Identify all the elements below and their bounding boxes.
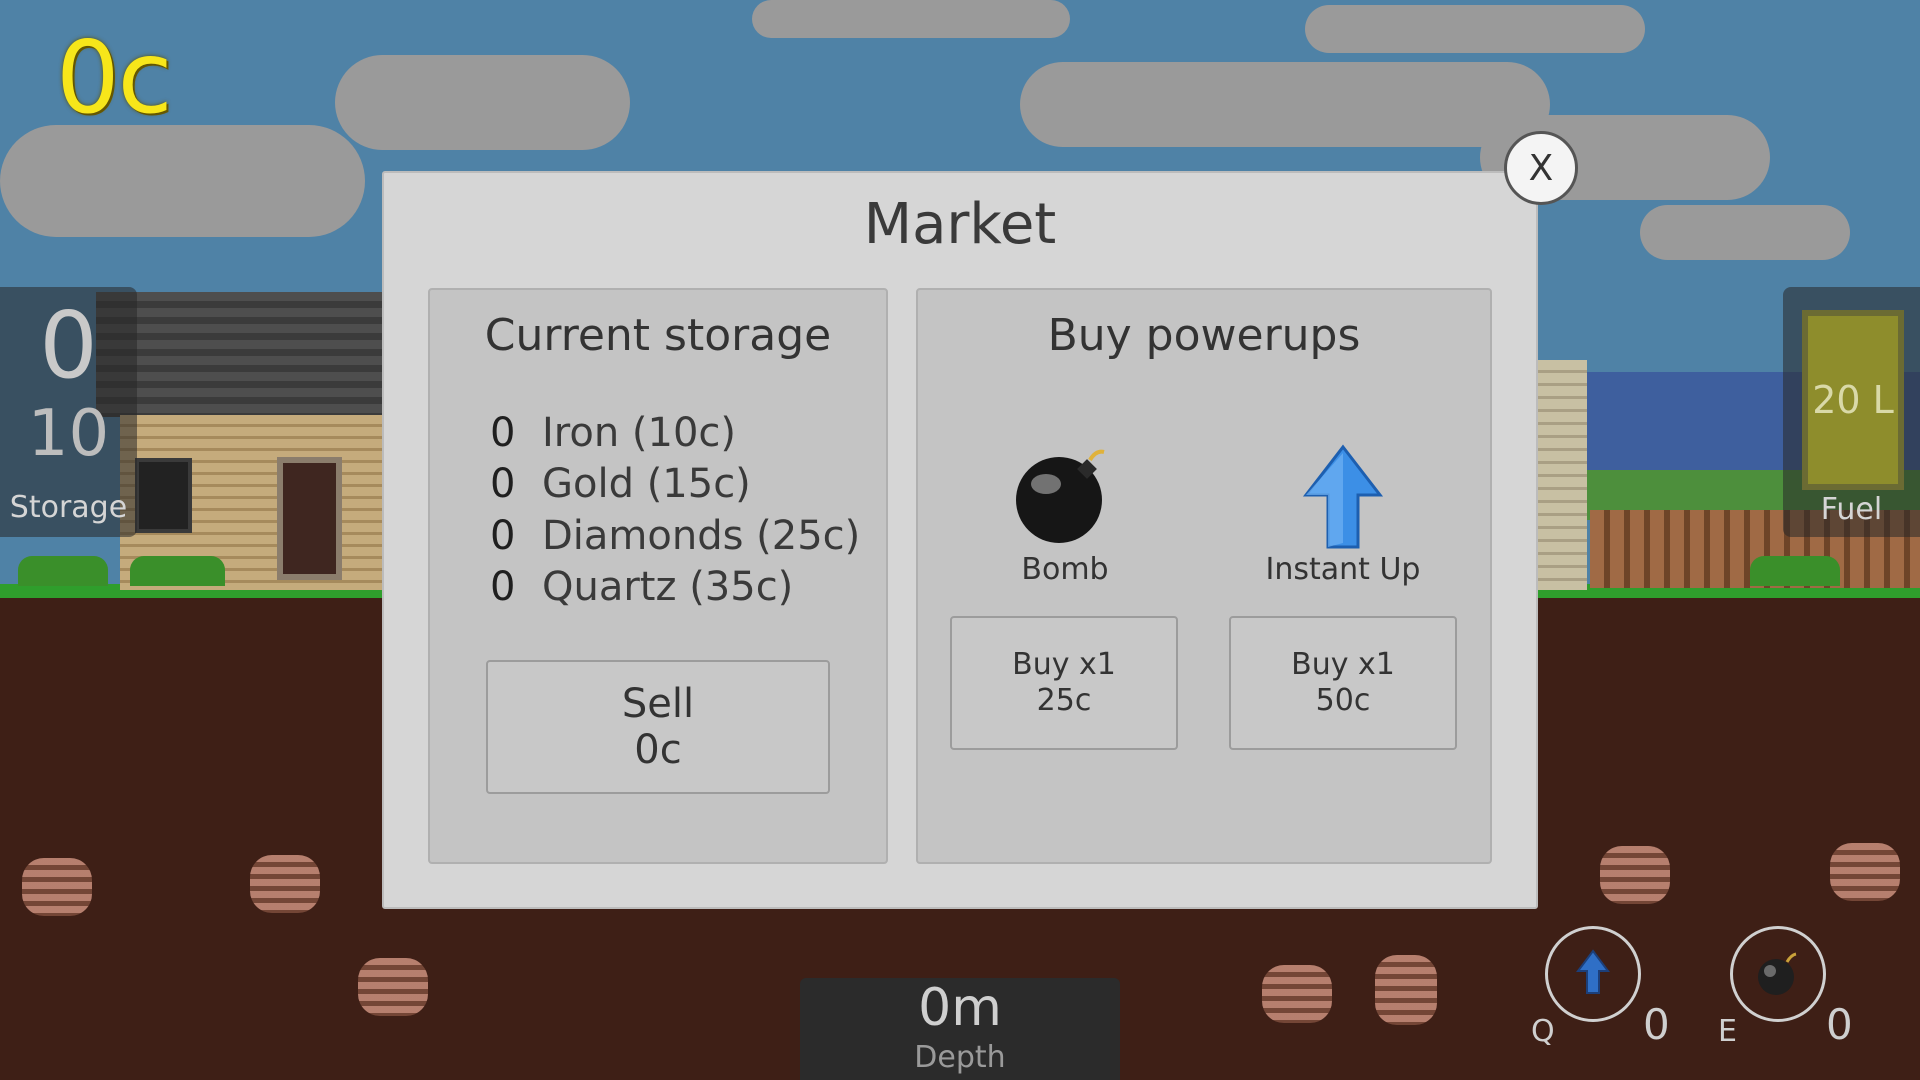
buy-instant-up-price: 50c bbox=[1315, 683, 1371, 718]
current-storage-title: Current storage bbox=[484, 310, 832, 361]
instant-up-icon bbox=[1576, 949, 1610, 994]
quickslot-count: 0 bbox=[1643, 1000, 1670, 1049]
sell-button[interactable]: Sell 0c bbox=[486, 660, 830, 794]
inventory-row: 0 Quartz (35c) bbox=[490, 564, 793, 610]
cloud bbox=[1305, 5, 1645, 53]
inventory-count: 0 bbox=[490, 461, 516, 507]
quickslot-count: 0 bbox=[1826, 1000, 1853, 1049]
instant-up-icon bbox=[1302, 444, 1384, 549]
buy-instant-up-label: Buy x1 bbox=[1291, 647, 1395, 682]
buy-powerups-title: Buy powerups bbox=[1047, 310, 1361, 361]
buy-instant-up-button[interactable]: Buy x1 50c bbox=[1229, 616, 1457, 750]
quickslot-instant-up[interactable] bbox=[1545, 926, 1641, 1022]
house-roof bbox=[96, 292, 382, 417]
inventory-label: Diamonds (25c) bbox=[542, 513, 861, 559]
sell-button-label: Sell bbox=[621, 681, 695, 727]
house-window bbox=[135, 458, 192, 533]
cloud bbox=[335, 55, 630, 150]
ore-deposit bbox=[1375, 955, 1437, 1025]
depth-value: 0m bbox=[918, 978, 1002, 1038]
bomb-icon bbox=[1016, 449, 1105, 543]
ore-deposit bbox=[22, 858, 92, 916]
bush bbox=[1750, 556, 1840, 586]
fuel-value: 20 L bbox=[1812, 378, 1894, 422]
ore-deposit bbox=[1262, 965, 1332, 1023]
buy-bomb-button[interactable]: Buy x1 25c bbox=[950, 616, 1178, 750]
cloud bbox=[1640, 205, 1850, 260]
inventory-row: 0 Iron (10c) bbox=[490, 410, 736, 456]
storage-max: 10 bbox=[27, 397, 110, 471]
bomb-name: Bomb bbox=[1021, 552, 1109, 587]
fuel-label: Fuel bbox=[1820, 492, 1883, 527]
inventory-row: 0 Gold (15c) bbox=[490, 461, 751, 507]
cloud bbox=[1020, 62, 1550, 147]
house-door bbox=[277, 457, 342, 580]
quickslot-key: Q bbox=[1531, 1014, 1555, 1049]
sell-button-amount: 0c bbox=[634, 727, 682, 773]
depth-label: Depth bbox=[914, 1040, 1006, 1075]
bush bbox=[130, 556, 225, 586]
bush bbox=[18, 556, 108, 586]
bomb-icon bbox=[1758, 952, 1797, 995]
market-title: Market bbox=[863, 192, 1057, 257]
close-button[interactable]: X bbox=[1504, 131, 1578, 205]
storage-count: 0 bbox=[39, 292, 98, 399]
quickslot-bomb[interactable] bbox=[1730, 926, 1826, 1022]
inventory-count: 0 bbox=[490, 513, 516, 559]
coins-counter: 0c bbox=[56, 19, 173, 136]
buy-bomb-label: Buy x1 bbox=[1012, 647, 1116, 682]
inventory-row: 0 Diamonds (25c) bbox=[490, 513, 860, 559]
instant-up-name: Instant Up bbox=[1265, 552, 1421, 587]
ore-deposit bbox=[358, 958, 428, 1016]
buy-bomb-price: 25c bbox=[1036, 683, 1092, 718]
inventory-count: 0 bbox=[490, 410, 516, 456]
ore-deposit bbox=[1830, 843, 1900, 901]
inventory-label: Iron (10c) bbox=[542, 410, 737, 456]
inventory-count: 0 bbox=[490, 564, 516, 610]
storage-label: Storage bbox=[9, 490, 128, 525]
cloud bbox=[0, 125, 365, 237]
cloud bbox=[752, 0, 1070, 38]
ore-deposit bbox=[250, 855, 320, 913]
inventory-label: Quartz (35c) bbox=[542, 564, 794, 610]
house-right-wall bbox=[1537, 360, 1587, 590]
ore-deposit bbox=[1600, 846, 1670, 904]
inventory-label: Gold (15c) bbox=[542, 461, 751, 507]
quickslot-key: E bbox=[1718, 1014, 1737, 1049]
